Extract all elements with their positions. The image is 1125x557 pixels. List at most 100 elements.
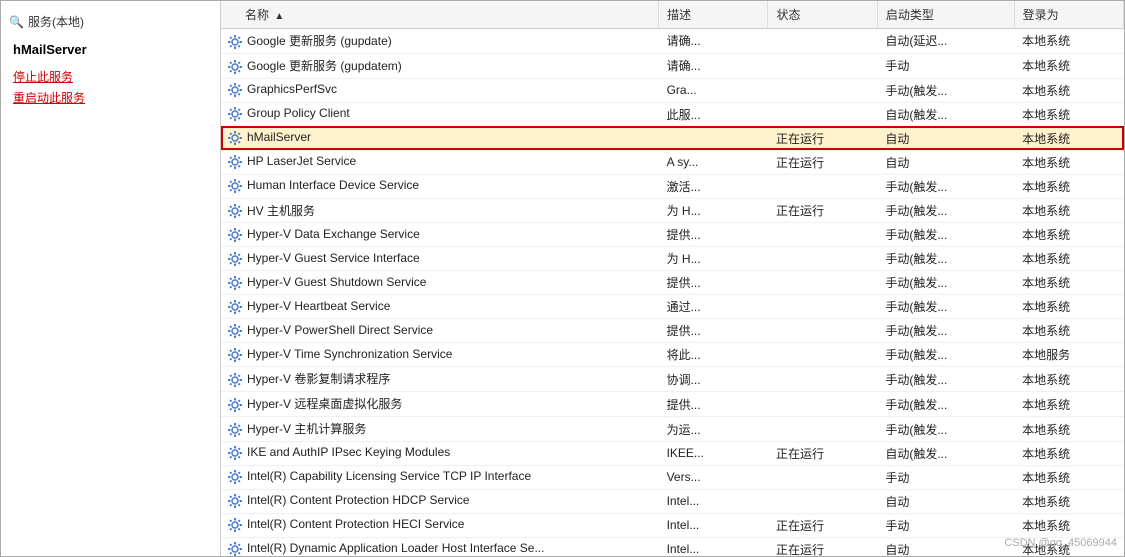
service-icon (227, 130, 243, 146)
service-status (768, 343, 877, 367)
service-login: 本地系统 (1014, 465, 1123, 489)
service-name: IKE and AuthIP IPsec Keying Modules (247, 446, 450, 460)
table-row[interactable]: Hyper-V 主机计算服务为运...手动(触发...本地系统 (221, 417, 1124, 442)
service-name: Hyper-V 主机计算服务 (247, 422, 366, 436)
service-status (768, 102, 877, 126)
service-desc: 此服... (659, 102, 768, 126)
service-desc: 为 H... (659, 247, 768, 271)
service-desc: 提供... (659, 319, 768, 343)
service-login: 本地系统 (1014, 513, 1123, 537)
table-row[interactable]: HV 主机服务为 H...正在运行手动(触发...本地系统 (221, 198, 1124, 223)
table-row[interactable]: Google 更新服务 (gupdatem)请确...手动本地系统 (221, 53, 1124, 78)
service-desc: 提供... (659, 271, 768, 295)
table-row[interactable]: Hyper-V Guest Shutdown Service提供...手动(触发… (221, 271, 1124, 295)
service-icon (227, 372, 243, 388)
col-header-desc[interactable]: 描述 (659, 1, 768, 29)
service-desc: 请确... (659, 53, 768, 78)
table-row[interactable]: Intel(R) Content Protection HDCP Service… (221, 489, 1124, 513)
table-scroll-container[interactable]: 名称 ▲ 描述 状态 启动类型 登录为 (221, 1, 1124, 556)
service-icon (227, 203, 243, 219)
service-desc: Gra... (659, 78, 768, 102)
service-startup: 自动 (877, 489, 1014, 513)
service-name: Intel(R) Content Protection HECI Service (247, 518, 464, 532)
service-desc (659, 126, 768, 150)
service-desc: IKEE... (659, 441, 768, 465)
service-desc: 请确... (659, 29, 768, 54)
service-name: Hyper-V Data Exchange Service (247, 227, 420, 241)
table-row[interactable]: Hyper-V Data Exchange Service提供...手动(触发.… (221, 223, 1124, 247)
table-row[interactable]: Hyper-V 卷影复制请求程序协调...手动(触发...本地系统 (221, 367, 1124, 392)
service-login: 本地系统 (1014, 319, 1123, 343)
service-startup: 手动(触发... (877, 198, 1014, 223)
service-desc: 协调... (659, 367, 768, 392)
service-name: Hyper-V Heartbeat Service (247, 299, 390, 313)
service-icon (227, 445, 243, 461)
service-status (768, 367, 877, 392)
service-startup: 手动(触发... (877, 271, 1014, 295)
service-status: 正在运行 (768, 513, 877, 537)
service-desc: A sy... (659, 150, 768, 174)
table-row[interactable]: Hyper-V Heartbeat Service通过...手动(触发...本地… (221, 295, 1124, 319)
service-desc: 提供... (659, 223, 768, 247)
service-startup: 自动(延迟... (877, 29, 1014, 54)
service-name: HP LaserJet Service (247, 154, 356, 168)
table-row[interactable]: Intel(R) Capability Licensing Service TC… (221, 465, 1124, 489)
service-status: 正在运行 (768, 150, 877, 174)
table-row[interactable]: IKE and AuthIP IPsec Keying Modules IKEE.… (221, 441, 1124, 465)
selected-service-title: hMailServer (1, 34, 220, 61)
table-row[interactable]: Intel(R) Content Protection HECI Service… (221, 513, 1124, 537)
table-row[interactable]: Group Policy Client此服...自动(触发...本地系统 (221, 102, 1124, 126)
table-row[interactable]: Intel(R) Dynamic Application Loader Host… (221, 537, 1124, 556)
service-desc: Intel... (659, 489, 768, 513)
table-row[interactable]: Hyper-V PowerShell Direct Service提供...手动… (221, 319, 1124, 343)
service-login: 本地系统 (1014, 174, 1123, 198)
service-startup: 手动 (877, 53, 1014, 78)
service-startup: 手动(触发... (877, 417, 1014, 442)
col-header-login[interactable]: 登录为 (1014, 1, 1123, 29)
table-header-row: 名称 ▲ 描述 状态 启动类型 登录为 (221, 1, 1124, 29)
service-startup: 手动(触发... (877, 392, 1014, 417)
service-status (768, 174, 877, 198)
service-name: Hyper-V Guest Service Interface (247, 251, 420, 265)
table-row[interactable]: GraphicsPerfSvcGra...手动(触发...本地系统 (221, 78, 1124, 102)
col-header-startup[interactable]: 启动类型 (877, 1, 1014, 29)
sidebar-header-title: 服务(本地) (28, 13, 84, 30)
table-row[interactable]: Google 更新服务 (gupdate) 请确... 自动(延迟...本地系统 (221, 29, 1124, 54)
service-startup: 手动(触发... (877, 247, 1014, 271)
service-status (768, 247, 877, 271)
service-login: 本地系统 (1014, 441, 1123, 465)
service-startup: 手动(触发... (877, 319, 1014, 343)
stop-service-link[interactable]: 停止此服务 (13, 67, 208, 86)
service-name: Google 更新服务 (gupdate) (247, 34, 392, 48)
service-desc: 提供... (659, 392, 768, 417)
col-header-status[interactable]: 状态 (768, 1, 877, 29)
service-startup: 手动(触发... (877, 78, 1014, 102)
service-startup: 手动(触发... (877, 343, 1014, 367)
service-name: Intel(R) Dynamic Application Loader Host… (247, 542, 544, 556)
service-login: 本地系统 (1014, 247, 1123, 271)
service-name: Intel(R) Capability Licensing Service TC… (247, 470, 531, 484)
service-status (768, 489, 877, 513)
service-desc: Intel... (659, 537, 768, 556)
content-area: 名称 ▲ 描述 状态 启动类型 登录为 (221, 1, 1124, 556)
table-row[interactable]: HP LaserJet ServiceA sy...正在运行自动本地系统 (221, 150, 1124, 174)
service-status (768, 319, 877, 343)
service-icon (227, 227, 243, 243)
service-name: GraphicsPerfSvc (247, 82, 337, 96)
table-row[interactable]: Human Interface Device Service激活...手动(触发… (221, 174, 1124, 198)
table-row[interactable]: Hyper-V Time Synchronization Service将此..… (221, 343, 1124, 367)
service-status (768, 465, 877, 489)
service-login: 本地系统 (1014, 102, 1123, 126)
table-row[interactable]: Hyper-V 远程桌面虚拟化服务提供...手动(触发...本地系统 (221, 392, 1124, 417)
col-header-name[interactable]: 名称 ▲ (221, 1, 659, 29)
service-status (768, 223, 877, 247)
service-status (768, 53, 877, 78)
restart-service-link[interactable]: 重启动此服务 (13, 88, 208, 107)
service-login: 本地系统 (1014, 223, 1123, 247)
service-status: 正在运行 (768, 198, 877, 223)
service-status (768, 392, 877, 417)
table-row[interactable]: hMailServer正在运行自动本地系统 (221, 126, 1124, 150)
table-row[interactable]: Hyper-V Guest Service Interface 为 H... 手动(… (221, 247, 1124, 271)
service-login: 本地系统 (1014, 271, 1123, 295)
service-login: 本地系统 (1014, 29, 1123, 54)
